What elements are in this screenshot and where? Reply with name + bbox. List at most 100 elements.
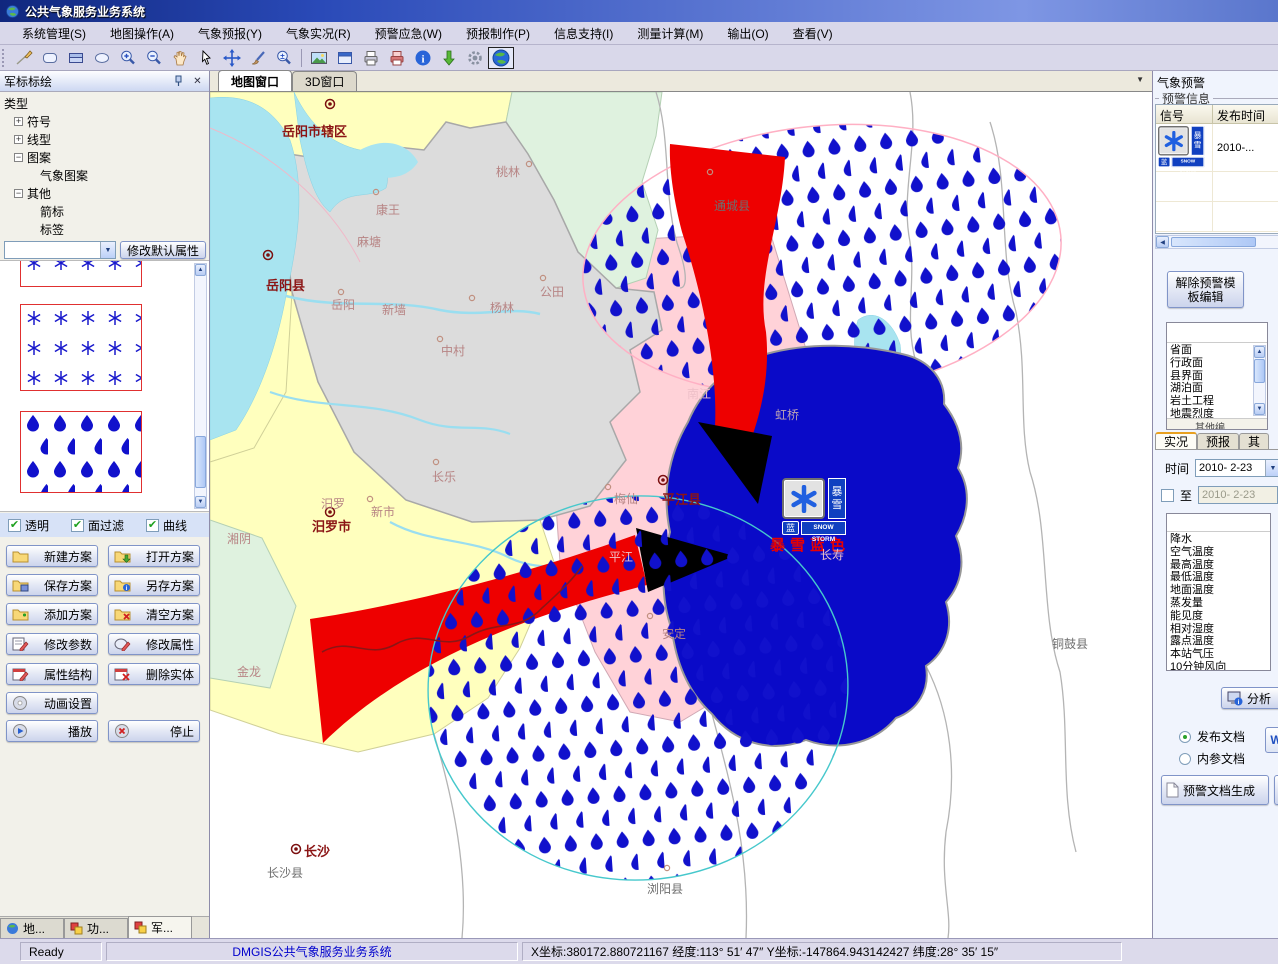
col-publish-time[interactable]: 发布时间 — [1213, 105, 1278, 123]
tab-other[interactable]: 其 — [1239, 433, 1269, 449]
list-item[interactable]: 岩土工程 — [1168, 395, 1252, 408]
scroll-down-icon[interactable] — [1254, 403, 1265, 415]
chevron-down-icon[interactable] — [1265, 460, 1278, 476]
tree-node-arrow[interactable]: 箭标 — [0, 202, 209, 220]
close-icon[interactable]: ✕ — [190, 74, 205, 89]
draw-line-icon[interactable] — [11, 47, 37, 69]
window-view-icon[interactable] — [332, 47, 358, 69]
generate-warning-doc-button[interactable]: 预警文档生成 — [1161, 775, 1269, 805]
tree-root[interactable]: 类型 — [0, 94, 209, 112]
expander-plus-icon[interactable] — [14, 135, 23, 144]
tab-forecast[interactable]: 预报 — [1197, 433, 1239, 449]
export-down-icon[interactable] — [436, 47, 462, 69]
menu-produce[interactable]: 预报制作(P) — [454, 22, 542, 45]
map-tab-dropdown-icon[interactable] — [1136, 75, 1144, 84]
tab-military[interactable]: 军... — [128, 916, 192, 938]
clipped-button[interactable] — [1274, 775, 1278, 805]
radio-internal-doc[interactable]: 内参文档 — [1179, 750, 1245, 767]
ellipse-icon[interactable] — [89, 47, 115, 69]
menu-warning[interactable]: 预警应急(W) — [363, 22, 454, 45]
list-item[interactable]: 县界面 — [1168, 370, 1252, 383]
save-scheme-button[interactable]: 保存方案 — [6, 574, 98, 596]
list-item[interactable]: 相对湿度 — [1168, 623, 1268, 636]
toolbar-grip[interactable] — [2, 49, 8, 67]
tree-node-weather-pattern[interactable]: 气象图案 — [0, 166, 209, 184]
animation-settings-button[interactable]: 动画设置 — [6, 692, 98, 714]
delete-entity-button[interactable]: 删除实体 — [108, 663, 200, 685]
paint-brush-icon[interactable] — [245, 47, 271, 69]
radio-icon[interactable] — [1179, 753, 1191, 765]
list-item[interactable]: 省面 — [1168, 344, 1252, 357]
checkbox-icon[interactable] — [8, 519, 21, 532]
list-item[interactable]: 露点温度 — [1168, 635, 1268, 648]
rain-pattern-swatch[interactable] — [20, 411, 142, 493]
tree-node-other[interactable]: 其他 — [0, 184, 209, 202]
scroll-up-icon[interactable] — [195, 264, 206, 276]
scroll-up-icon[interactable] — [1254, 346, 1265, 358]
map-canvas[interactable]: 岳阳市辖区桃林康王麻塘岳阳县岳阳新墙公田杨林中村通城县虹桥南江梅仙平江县长乐汨罗… — [210, 92, 1152, 938]
symbol-select-combo[interactable] — [4, 241, 116, 259]
list-item[interactable]: 行政面 — [1168, 357, 1252, 370]
swatch-scrollbar[interactable] — [194, 263, 207, 509]
rounded-rect-icon[interactable] — [37, 47, 63, 69]
to-checkbox[interactable] — [1161, 489, 1174, 502]
snow-pattern-swatch[interactable] — [20, 304, 142, 391]
tab-live[interactable]: 实况 — [1155, 432, 1197, 449]
print-preview-icon[interactable] — [384, 47, 410, 69]
word-doc-icon[interactable] — [1265, 727, 1278, 753]
dismiss-warning-template-button[interactable]: 解除预警模板编辑 — [1167, 271, 1244, 308]
add-scheme-button[interactable]: 添加方案 — [6, 603, 98, 625]
list-item[interactable]: 湖泊面 — [1168, 382, 1252, 395]
scrollbar-thumb[interactable] — [195, 436, 206, 488]
menu-view[interactable]: 查看(V) — [781, 22, 845, 45]
menu-live[interactable]: 气象实况(R) — [274, 22, 363, 45]
rectangle-icon[interactable] — [63, 47, 89, 69]
modify-params-button[interactable]: 修改参数 — [6, 633, 98, 655]
info-icon[interactable]: i — [410, 47, 436, 69]
tab-map-window[interactable]: 地图窗口 — [218, 70, 292, 91]
list-item[interactable]: 地面温度 — [1168, 584, 1268, 597]
list-item[interactable]: 蒸发量 — [1168, 597, 1268, 610]
list-item[interactable]: 本站气压 — [1168, 648, 1268, 661]
col-signal[interactable]: 信号 — [1156, 105, 1213, 123]
print-icon[interactable] — [358, 47, 384, 69]
pin-icon[interactable] — [171, 74, 186, 89]
zoom-in-icon[interactable] — [115, 47, 141, 69]
clear-scheme-button[interactable]: 清空方案 — [108, 603, 200, 625]
list-item[interactable]: 空气温度 — [1168, 546, 1268, 559]
expander-minus-icon[interactable] — [14, 189, 23, 198]
scroll-left-icon[interactable] — [1156, 236, 1169, 248]
list-item[interactable]: 最低温度 — [1168, 571, 1268, 584]
table-row[interactable]: 暴雪 蓝 SNOW STORM 2010-... — [1156, 124, 1278, 172]
tab-3d-window[interactable]: 3D窗口 — [292, 71, 357, 91]
list-item[interactable]: 10分钟风向 — [1168, 661, 1268, 671]
menu-system[interactable]: 系统管理(S) — [10, 22, 98, 45]
checkbox-face-filter[interactable]: 面过滤 — [71, 517, 124, 534]
scroll-down-icon[interactable] — [195, 496, 206, 508]
menu-info[interactable]: 信息支持(I) — [542, 22, 625, 45]
menu-measure[interactable]: 测量计算(M) — [625, 22, 715, 45]
menu-map[interactable]: 地图操作(A) — [98, 22, 186, 45]
layer-list-scrollbar[interactable] — [1253, 345, 1266, 416]
tab-map[interactable]: 地... — [0, 918, 64, 938]
layer-list-header[interactable] — [1167, 323, 1267, 343]
select-arrow-icon[interactable] — [193, 47, 219, 69]
image-view-icon[interactable] — [306, 47, 332, 69]
checkbox-icon[interactable] — [146, 519, 159, 532]
open-scheme-button[interactable]: 打开方案 — [108, 545, 200, 567]
zoom-window-icon[interactable]: ± — [271, 47, 297, 69]
attr-structure-button[interactable]: 属性结构 — [6, 663, 98, 685]
menu-forecast[interactable]: 气象预报(Y) — [186, 22, 274, 45]
table-row[interactable] — [1156, 202, 1278, 232]
tab-function[interactable]: 功... — [64, 918, 128, 938]
stop-button[interactable]: 停止 — [108, 720, 200, 742]
list-item[interactable]: 最高温度 — [1168, 559, 1268, 572]
checkbox-curve[interactable]: 曲线 — [146, 517, 187, 534]
element-list-header[interactable] — [1167, 514, 1270, 532]
snowstorm-warning-sign[interactable]: 暴雪 蓝 SNOW STORM — [782, 478, 846, 535]
analyze-button[interactable]: i 分析 — [1221, 687, 1278, 709]
snow-pattern-swatch[interactable] — [20, 260, 142, 287]
save-as-scheme-button[interactable]: i另存方案 — [108, 574, 200, 596]
scrollbar-thumb[interactable] — [1171, 237, 1256, 247]
settings-gear-icon[interactable] — [462, 47, 488, 69]
